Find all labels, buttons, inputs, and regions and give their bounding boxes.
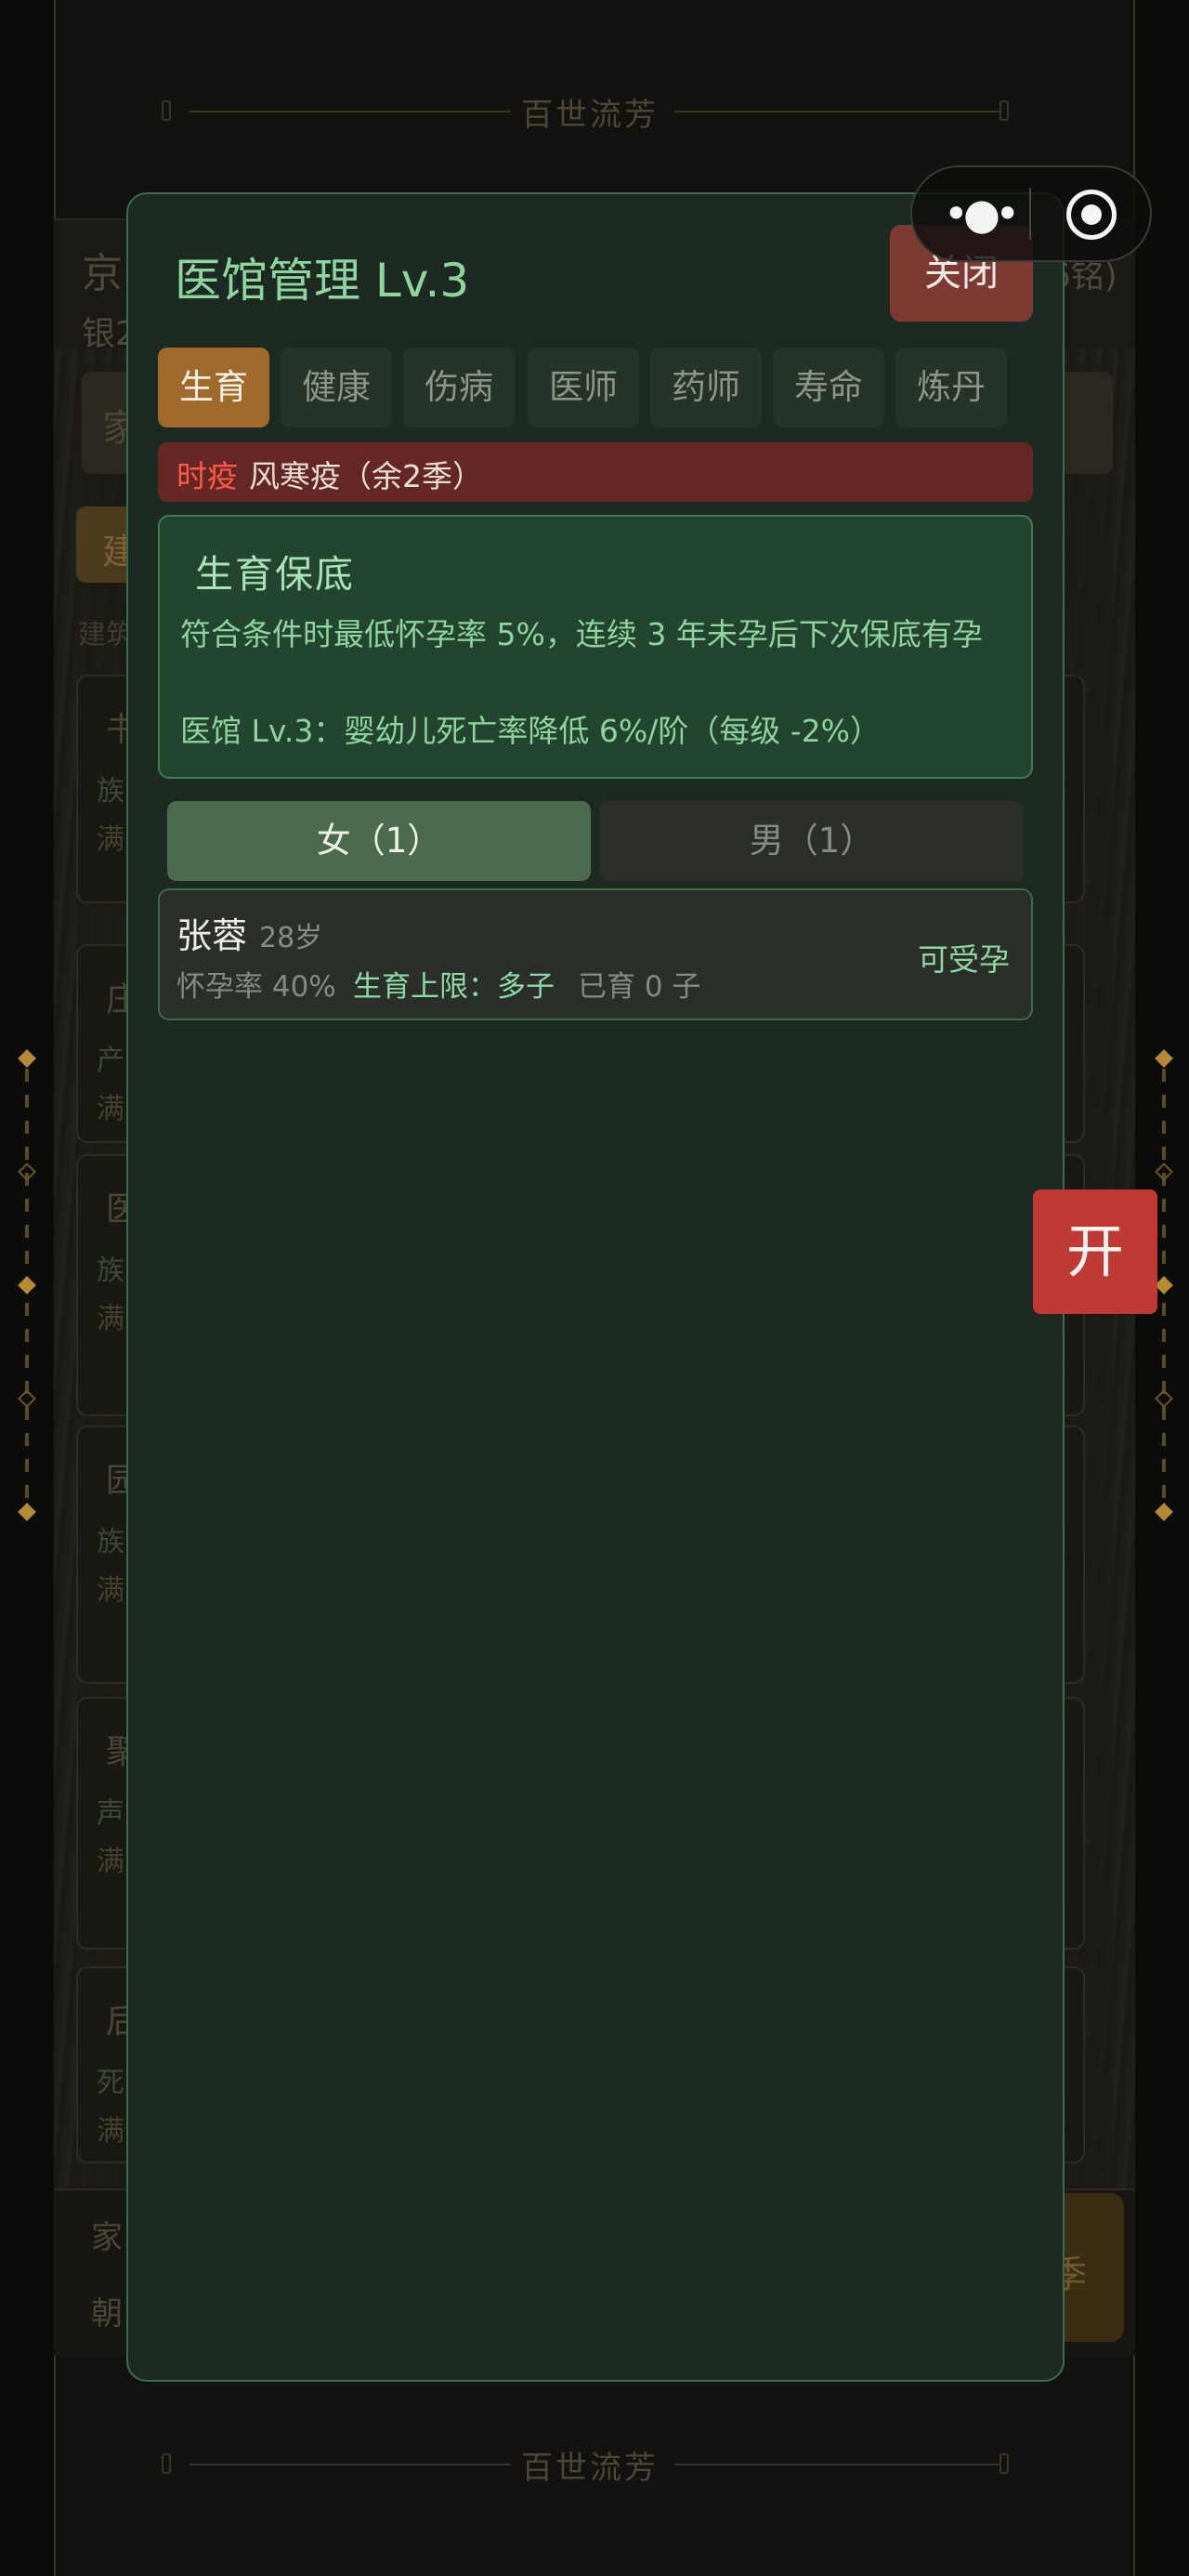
diamond-icon [18, 1276, 36, 1295]
tab-female[interactable]: 女（1） [167, 801, 591, 881]
tab-health[interactable]: 健康 [281, 348, 392, 427]
person-children-count: 已育 0 子 [578, 970, 701, 1004]
background-card-line: 满 [97, 823, 124, 856]
person-age: 28岁 [259, 922, 323, 954]
tab-alchemy[interactable]: 炼丹 [895, 348, 1007, 427]
epidemic-text: 风寒疫（余2季） [249, 458, 483, 494]
info-title: 生育保底 [195, 552, 355, 597]
background-card-line: 族 [97, 1255, 124, 1287]
banner-ornament-left [162, 2453, 171, 2474]
target-icon[interactable] [1066, 190, 1117, 240]
diamond-icon [1155, 1389, 1173, 1408]
tab-injury[interactable]: 伤病 [403, 348, 515, 427]
background-card-line: 满 [97, 2115, 124, 2148]
banner-divider-right [674, 111, 1000, 112]
more-dots-icon[interactable]: •●• [942, 191, 1020, 237]
banner-ornament-right [1000, 2453, 1009, 2474]
background-card-line: 产 [97, 1045, 124, 1077]
tab-physician[interactable]: 医师 [528, 348, 639, 427]
banner-ornament-right [1000, 100, 1009, 121]
person-fertility-limit: 生育上限：多子 [353, 970, 555, 1004]
background-card-line: 死 [97, 2067, 124, 2099]
tab-lifespan[interactable]: 寿命 [773, 348, 884, 427]
background-city-name: 京 [82, 250, 123, 297]
info-line-clinic-bonus: 医馆 Lv.3：婴幼儿死亡率降低 6%/阶（每级 -2%） [180, 713, 882, 749]
person-status-badge: 可受孕 [918, 941, 1010, 978]
background-card-line: 满 [97, 1846, 124, 1878]
modal-title: 医馆管理 Lv.3 [175, 254, 470, 308]
diamond-icon [1155, 1049, 1173, 1068]
background-card-line: 满 [97, 1093, 124, 1125]
diamond-icon [1155, 1503, 1173, 1521]
tab-fertility[interactable]: 生育 [158, 348, 269, 427]
diamond-icon [18, 1049, 36, 1068]
tab-pharmacist[interactable]: 药师 [650, 348, 762, 427]
tab-male[interactable]: 男（1） [600, 801, 1024, 881]
background-card-line: 族 [97, 775, 124, 808]
background-bottom-court[interactable]: 朝 [91, 2288, 123, 2333]
clinic-tabs: 生育 健康 伤病 医师 药师 寿命 炼丹 [156, 348, 1011, 427]
diamond-icon [1155, 1163, 1173, 1181]
background-card-line: 族 [97, 1526, 124, 1558]
diamond-icon [18, 1389, 36, 1408]
capsule-divider [1029, 188, 1031, 240]
background-bottom-family[interactable]: 家 [91, 2212, 123, 2257]
background-card-line: 满 [97, 1303, 124, 1335]
person-name: 张蓉 [176, 915, 248, 956]
banner-divider-right [674, 2464, 1000, 2465]
diamond-icon [18, 1163, 36, 1181]
banner-ornament-left [162, 100, 171, 121]
open-floating-button[interactable]: 开 [1033, 1189, 1157, 1314]
epidemic-label: 时疫 [176, 458, 238, 494]
person-pregnancy-rate: 怀孕率 40% [176, 970, 336, 1004]
info-line-guarantee: 符合条件时最低怀孕率 5%，连续 3 年未孕后下次保底有孕 [180, 616, 983, 652]
background-build-hint: 建筑 [78, 619, 134, 651]
diamond-icon [18, 1503, 36, 1521]
background-card-line: 满 [97, 1574, 124, 1607]
background-card-line: 声 [97, 1797, 124, 1830]
diamond-icon [1155, 1276, 1173, 1295]
